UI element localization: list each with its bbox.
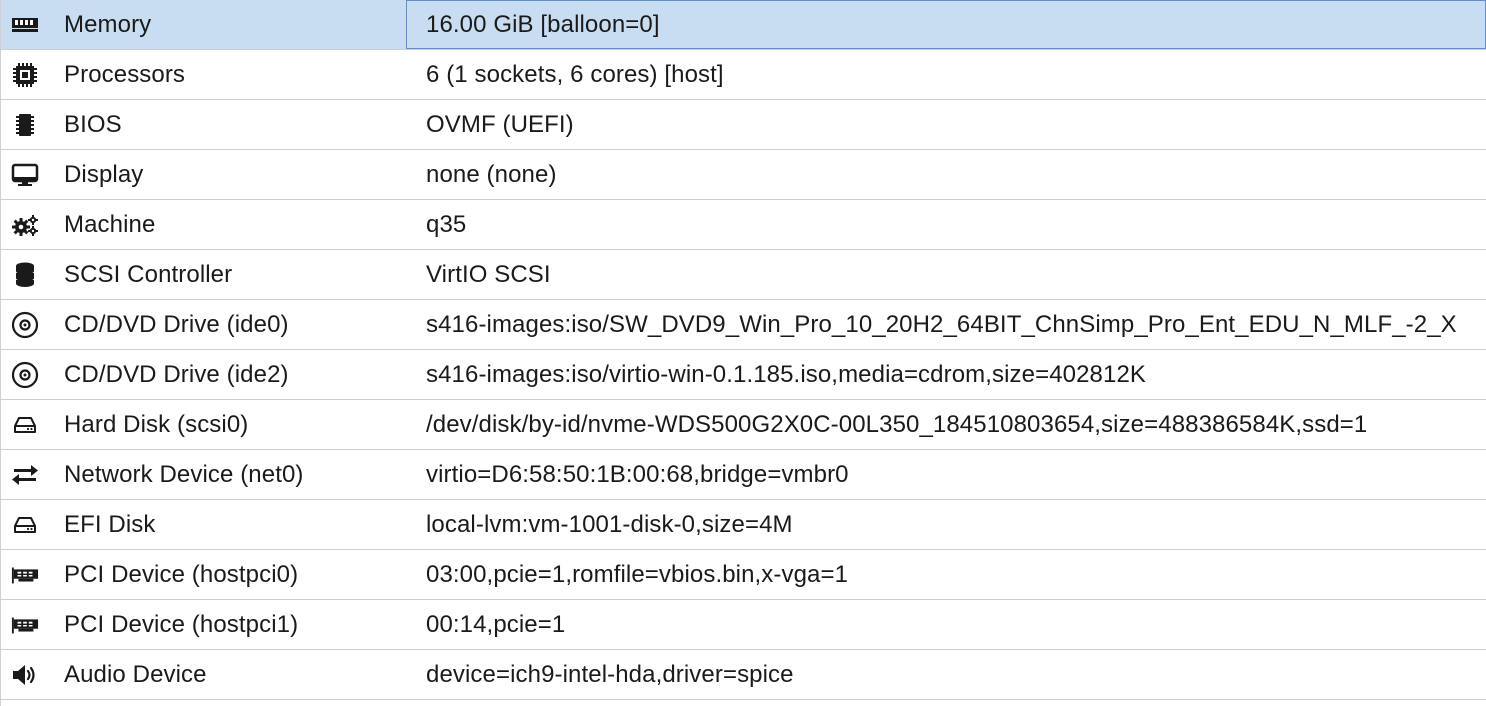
value-cell: local-lvm:vm-1001-disk-0,size=4M [406,500,1486,549]
row-label: CD/DVD Drive (ide0) [64,310,289,338]
row-value: 16.00 GiB [balloon=0] [426,10,660,38]
row-value: 03:00,pcie=1,romfile=vbios.bin,x-vga=1 [426,560,849,588]
row-label: BIOS [64,110,122,138]
key-cell: Audio Device [1,650,406,699]
key-cell: BIOS [1,100,406,149]
key-cell: PCI Device (hostpci1) [1,600,406,649]
row-value: none (none) [426,160,557,188]
key-cell: CD/DVD Drive (ide0) [1,300,406,349]
row-value: s416-images:iso/SW_DVD9_Win_Pro_10_20H2_… [426,310,1457,338]
row-label: PCI Device (hostpci0) [64,560,299,588]
row-value: local-lvm:vm-1001-disk-0,size=4M [426,510,793,538]
hardware-row-scsi-controller[interactable]: SCSI Controller VirtIO SCSI [1,250,1486,300]
row-label: EFI Disk [64,510,156,538]
row-label: SCSI Controller [64,260,233,288]
row-label: CD/DVD Drive (ide2) [64,360,289,388]
row-value: q35 [426,210,467,238]
hardware-row-efi-disk[interactable]: EFI Disk local-lvm:vm-1001-disk-0,size=4… [1,500,1486,550]
hardware-row-display[interactable]: Display none (none) [1,150,1486,200]
value-cell: s416-images:iso/SW_DVD9_Win_Pro_10_20H2_… [406,300,1486,349]
value-cell: virtio=D6:58:50:1B:00:68,bridge=vmbr0 [406,450,1486,499]
value-cell: none (none) [406,150,1486,199]
hardware-row-cdrom-ide2[interactable]: CD/DVD Drive (ide2) s416-images:iso/virt… [1,350,1486,400]
value-cell: OVMF (UEFI) [406,100,1486,149]
value-cell: 00:14,pcie=1 [406,600,1486,649]
row-label: Audio Device [64,660,207,688]
value-cell: VirtIO SCSI [406,250,1486,299]
chip-icon [11,111,39,139]
hardware-row-hard-disk-scsi0[interactable]: Hard Disk (scsi0) /dev/disk/by-id/nvme-W… [1,400,1486,450]
row-label: Processors [64,60,186,88]
monitor-icon [11,161,39,189]
row-label: Memory [64,10,152,38]
row-value: device=ich9-intel-hda,driver=spice [426,660,794,688]
value-cell: device=ich9-intel-hda,driver=spice [406,650,1486,699]
row-value: virtio=D6:58:50:1B:00:68,bridge=vmbr0 [426,460,849,488]
hardware-row-bios[interactable]: BIOS OVMF (UEFI) [1,100,1486,150]
row-label: Network Device (net0) [64,460,304,488]
hard-disk-icon [11,411,39,439]
row-label: Hard Disk (scsi0) [64,410,249,438]
key-cell: SCSI Controller [1,250,406,299]
cdrom-icon [11,361,39,389]
hardware-row-pci-hostpci0[interactable]: PCI Device (hostpci0) 03:00,pcie=1,romfi… [1,550,1486,600]
key-cell: Machine [1,200,406,249]
key-cell: CD/DVD Drive (ide2) [1,350,406,399]
value-cell: 6 (1 sockets, 6 cores) [host] [406,50,1486,99]
row-value: 00:14,pcie=1 [426,610,566,638]
key-cell: Memory [1,0,406,49]
key-cell: PCI Device (hostpci0) [1,550,406,599]
value-cell: 16.00 GiB [balloon=0] [406,0,1486,49]
hardware-row-machine[interactable]: Machine q35 [1,200,1486,250]
row-value: VirtIO SCSI [426,260,551,288]
hardware-row-partial [1,700,1486,706]
database-icon [11,261,39,289]
cpu-icon [11,61,39,89]
hardware-grid: Memory 16.00 GiB [balloon=0] Processors … [0,0,1486,706]
pci-card-icon [11,611,39,639]
value-cell: /dev/disk/by-id/nvme-WDS500G2X0C-00L350_… [406,400,1486,449]
hardware-row-cdrom-ide0[interactable]: CD/DVD Drive (ide0) s416-images:iso/SW_D… [1,300,1486,350]
key-cell: EFI Disk [1,500,406,549]
row-value: s416-images:iso/virtio-win-0.1.185.iso,m… [426,360,1146,388]
hardware-row-memory[interactable]: Memory 16.00 GiB [balloon=0] [1,0,1486,50]
value-cell: s416-images:iso/virtio-win-0.1.185.iso,m… [406,350,1486,399]
cogs-icon [11,211,39,239]
key-cell: Hard Disk (scsi0) [1,400,406,449]
value-cell: q35 [406,200,1486,249]
value-cell: 03:00,pcie=1,romfile=vbios.bin,x-vga=1 [406,550,1486,599]
hardware-row-audio-device[interactable]: Audio Device device=ich9-intel-hda,drive… [1,650,1486,700]
hardware-row-pci-hostpci1[interactable]: PCI Device (hostpci1) 00:14,pcie=1 [1,600,1486,650]
pci-card-icon [11,561,39,589]
hardware-row-network-net0[interactable]: Network Device (net0) virtio=D6:58:50:1B… [1,450,1486,500]
row-label: Display [64,160,144,188]
row-value: 6 (1 sockets, 6 cores) [host] [426,60,724,88]
row-value: /dev/disk/by-id/nvme-WDS500G2X0C-00L350_… [426,410,1368,438]
key-cell: Processors [1,50,406,99]
key-cell: Display [1,150,406,199]
row-value: OVMF (UEFI) [426,110,574,138]
hard-disk-icon [11,511,39,539]
hardware-row-processors[interactable]: Processors 6 (1 sockets, 6 cores) [host] [1,50,1486,100]
key-cell: Network Device (net0) [1,450,406,499]
exchange-icon [11,461,39,489]
row-label: PCI Device (hostpci1) [64,610,299,638]
memory-icon [11,11,39,39]
row-label: Machine [64,210,156,238]
cdrom-icon [11,311,39,339]
speaker-icon [11,661,39,689]
